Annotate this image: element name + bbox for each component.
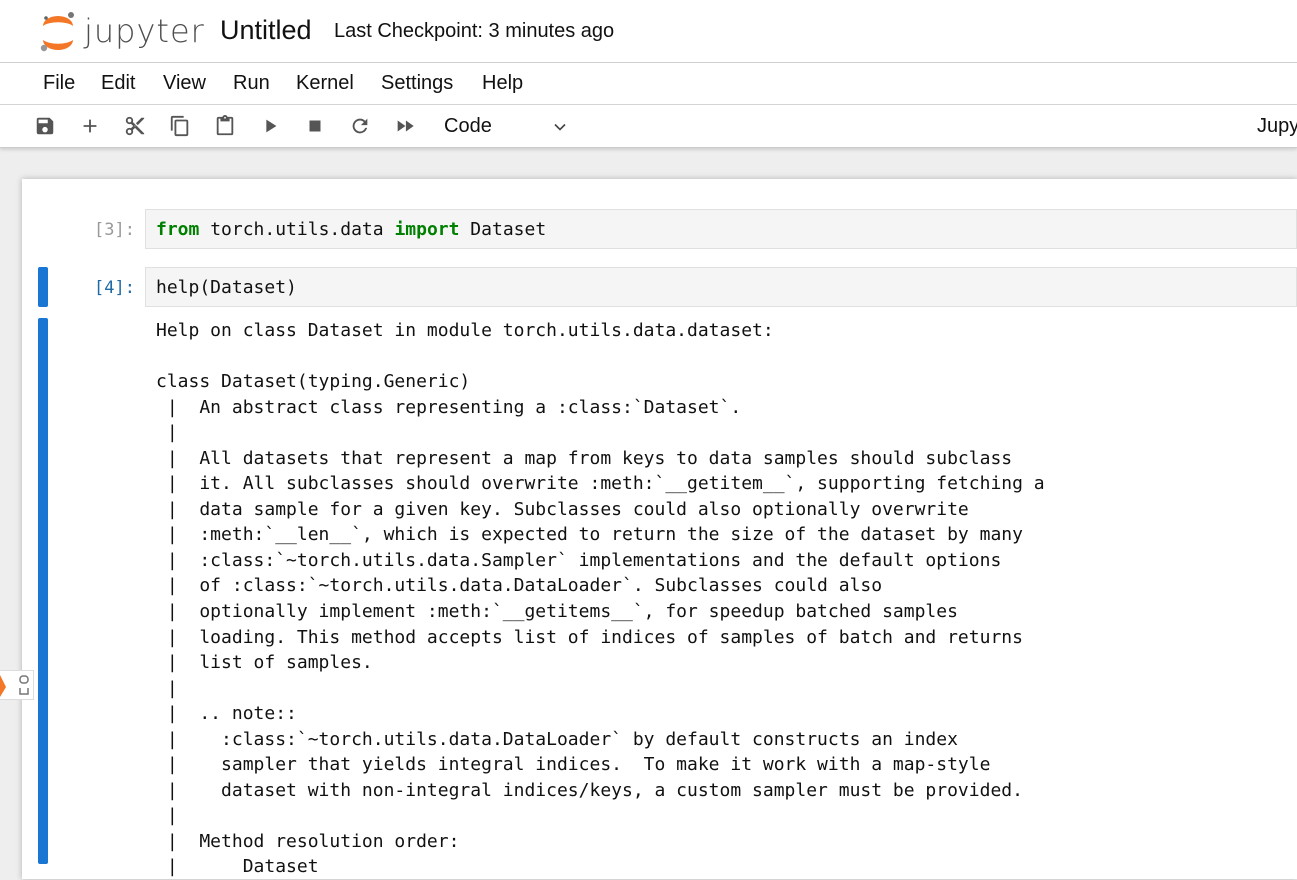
restart-kernel-button[interactable]: [348, 114, 372, 138]
menu-bar: File Edit View Run Kernel Settings Help: [0, 63, 1297, 105]
code-cell-input[interactable]: from torch.utils.data import Dataset: [145, 209, 1297, 249]
menu-run[interactable]: Run: [233, 72, 270, 95]
cell-type-select[interactable]: Code: [436, 111, 576, 141]
menu-settings[interactable]: Settings: [381, 72, 453, 95]
keyword-import: import: [394, 219, 460, 240]
run-cell-button[interactable]: [258, 114, 282, 138]
paste-icon: [216, 115, 234, 136]
cut-button[interactable]: [123, 114, 147, 138]
menu-view[interactable]: View: [163, 72, 206, 95]
run-all-button[interactable]: [393, 114, 417, 138]
restart-icon: [352, 118, 368, 134]
cell-output-text: Help on class Dataset in module torch.ut…: [156, 320, 1045, 878]
last-checkpoint-status: Last Checkpoint: 3 minutes ago: [334, 20, 615, 42]
cell-code: help(Dataset): [156, 277, 297, 298]
notebook-toolbar: Code Jupy: [0, 105, 1297, 148]
cut-icon: [125, 116, 145, 136]
fast-forward-icon: [397, 120, 414, 132]
menu-help[interactable]: Help: [482, 72, 523, 95]
output-collapser[interactable]: [38, 318, 48, 864]
code-cell-input-active[interactable]: help(Dataset): [145, 267, 1297, 307]
cell-prompt-active: [4]:: [94, 278, 135, 298]
imported-name: Dataset: [459, 219, 547, 240]
side-panel-icon: [0, 675, 29, 697]
kernel-status-label[interactable]: Jupy: [1257, 115, 1297, 138]
stop-icon: [309, 120, 321, 132]
cell-type-value: Code: [444, 115, 492, 137]
add-cell-icon: [83, 119, 97, 133]
add-cell-button[interactable]: [78, 114, 102, 138]
cell-prompt: [3]:: [94, 220, 135, 240]
save-button[interactable]: [33, 114, 57, 138]
menu-edit[interactable]: Edit: [101, 72, 135, 95]
copy-icon: [170, 115, 189, 137]
keyword-from: from: [156, 219, 200, 240]
module-name: torch.utils.data: [199, 219, 395, 240]
side-panel-toggle[interactable]: [0, 670, 34, 700]
logo-wordmark: jupyter: [84, 12, 205, 50]
jupyter-logo-icon[interactable]: [38, 10, 78, 54]
run-icon: [266, 119, 277, 133]
menu-kernel[interactable]: Kernel: [296, 72, 354, 95]
save-icon: [36, 117, 54, 135]
copy-button[interactable]: [168, 114, 192, 138]
notebook-header: jupyter Untitled Last Checkpoint: 3 minu…: [0, 0, 1297, 63]
paste-button[interactable]: [213, 114, 237, 138]
interrupt-kernel-button[interactable]: [303, 114, 327, 138]
menu-file[interactable]: File: [43, 72, 75, 95]
chevron-down-icon: [554, 123, 566, 131]
notebook-title[interactable]: Untitled: [220, 15, 312, 46]
